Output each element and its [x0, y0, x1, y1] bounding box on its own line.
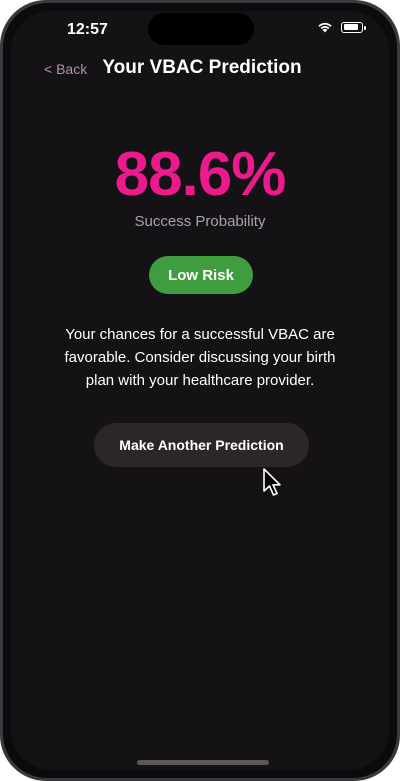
mouse-cursor-icon	[263, 468, 281, 496]
dynamic-island	[148, 13, 254, 45]
page-title: Your VBAC Prediction	[102, 57, 302, 78]
home-indicator	[137, 760, 269, 765]
status-icons	[317, 21, 366, 33]
app-screen: 12:57 < Back Your VBAC Prediction 88.6% …	[11, 11, 389, 770]
navigation-bar: < Back Your VBAC Prediction	[11, 55, 389, 85]
status-time: 12:57	[67, 21, 108, 38]
make-another-prediction-button[interactable]: Make Another Prediction	[94, 423, 309, 467]
wifi-icon	[318, 22, 332, 33]
success-probability-label: Success Probability	[134, 213, 266, 230]
risk-badge: Low Risk	[149, 256, 253, 294]
battery-icon	[341, 21, 366, 33]
phone-frame: 12:57 < Back Your VBAC Prediction 88.6% …	[0, 0, 400, 781]
phone-bezel: 12:57 < Back Your VBAC Prediction 88.6% …	[3, 3, 397, 778]
success-percentage: 88.6%	[114, 140, 287, 209]
advice-text: Your chances for a successful VBAC are f…	[64, 326, 336, 389]
